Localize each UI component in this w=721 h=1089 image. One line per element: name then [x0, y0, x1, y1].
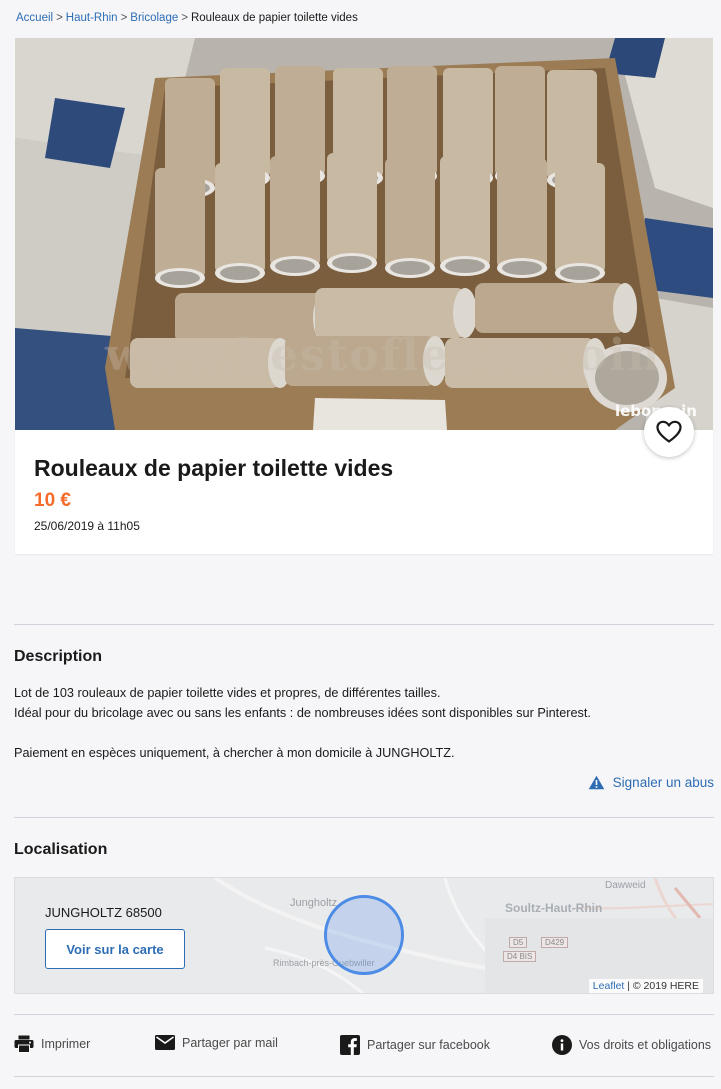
- section-divider: [14, 1076, 714, 1077]
- rights-obligations-action[interactable]: Vos droits et obligations: [552, 1035, 711, 1055]
- description-line: [14, 723, 704, 743]
- map-location-circle: [324, 895, 404, 975]
- photo-roll: [475, 283, 637, 333]
- heart-icon: [656, 420, 682, 443]
- leaflet-link[interactable]: Leaflet: [593, 980, 625, 992]
- breadcrumb-separator: >: [181, 12, 188, 24]
- report-abuse-label: Signaler un abus: [612, 775, 714, 790]
- share-facebook-label: Partager sur facebook: [367, 1038, 490, 1052]
- ad-info-card: Rouleaux de papier toilette vides 10 € 2…: [15, 430, 713, 554]
- photo-roll: [385, 158, 435, 278]
- location-map[interactable]: Jungholtz Rimbach-près-Guebwiller Soultz…: [14, 877, 714, 994]
- map-road-sign: D4 BIS: [503, 951, 537, 962]
- map-road-sign: D5: [509, 937, 528, 948]
- breadcrumb-home-link[interactable]: Accueil: [16, 12, 53, 24]
- location-address: JUNGHOLTZ 68500: [45, 905, 162, 920]
- breadcrumb-separator: >: [120, 12, 128, 24]
- photo-roll: [440, 156, 490, 276]
- share-facebook-action[interactable]: Partager sur facebook: [340, 1035, 490, 1055]
- photo-roll: [497, 158, 547, 278]
- section-divider: [14, 1014, 714, 1015]
- description-line: Lot de 103 rouleaux de papier toilette v…: [14, 686, 441, 700]
- ad-price: 10 €: [34, 490, 71, 511]
- section-divider: [14, 817, 714, 818]
- photo-roll: [215, 163, 265, 283]
- breadcrumb-separator: >: [56, 12, 63, 24]
- rights-obligations-label: Vos droits et obligations: [579, 1038, 712, 1052]
- breadcrumb: Accueil > Haut-Rhin > Bricolage > Rouleaux de …: [16, 12, 358, 24]
- photo-roll: [270, 156, 320, 276]
- print-action[interactable]: Imprimer: [14, 1035, 90, 1053]
- photo-roll: [155, 168, 205, 288]
- print-label: Imprimer: [41, 1037, 91, 1051]
- ad-title: Rouleaux de papier toilette vides: [34, 455, 394, 481]
- mail-icon: [155, 1035, 175, 1050]
- share-mail-label: Partager par mail: [182, 1035, 278, 1050]
- favorite-button[interactable]: [644, 407, 694, 457]
- facebook-icon: [340, 1035, 360, 1055]
- map-town-label: Dawweid: [605, 880, 646, 891]
- map-attribution: Leaflet | © 2019 HERE: [588, 979, 703, 993]
- breadcrumb-category-link[interactable]: Bricolage: [130, 12, 178, 24]
- warning-icon: [588, 775, 604, 790]
- photo-roll: [327, 153, 377, 273]
- description-line: Paiement en espèces uniquement, à cherch…: [14, 746, 455, 760]
- breadcrumb-region-link[interactable]: Haut-Rhin: [66, 12, 118, 24]
- ad-photo[interactable]: www.bestofleboncoin leboncoin: [15, 38, 713, 430]
- view-on-map-button[interactable]: Voir sur la carte: [45, 929, 185, 969]
- breadcrumb-current: Rouleaux de papier toilette vides: [190, 12, 358, 24]
- info-icon: [552, 1035, 572, 1055]
- ad-date: 25/06/2019 à 11h05: [34, 519, 140, 533]
- section-divider: [14, 624, 714, 625]
- share-actions-bar: Imprimer Partager par mail Partager sur …: [14, 1035, 714, 1057]
- map-town-label: Soultz-Haut-Rhin: [505, 901, 603, 915]
- description-text: Lot de 103 rouleaux de papier toilette v…: [14, 683, 704, 763]
- photo-watermark: www.bestofleboncoin: [105, 330, 662, 381]
- map-road-sign: D429: [541, 937, 569, 948]
- map-copyright: | © 2019 HERE: [627, 980, 699, 992]
- share-mail-action[interactable]: Partager par mail: [155, 1035, 278, 1050]
- report-abuse-link[interactable]: Signaler un abus: [588, 775, 714, 790]
- map-town-label: Jungholtz: [290, 897, 338, 909]
- photo-roll: [555, 163, 605, 283]
- description-heading: Description: [14, 648, 103, 665]
- description-line: Idéal pour du bricolage avec ou sans les…: [14, 706, 591, 720]
- location-heading: Localisation: [14, 841, 108, 858]
- printer-icon: [14, 1035, 34, 1053]
